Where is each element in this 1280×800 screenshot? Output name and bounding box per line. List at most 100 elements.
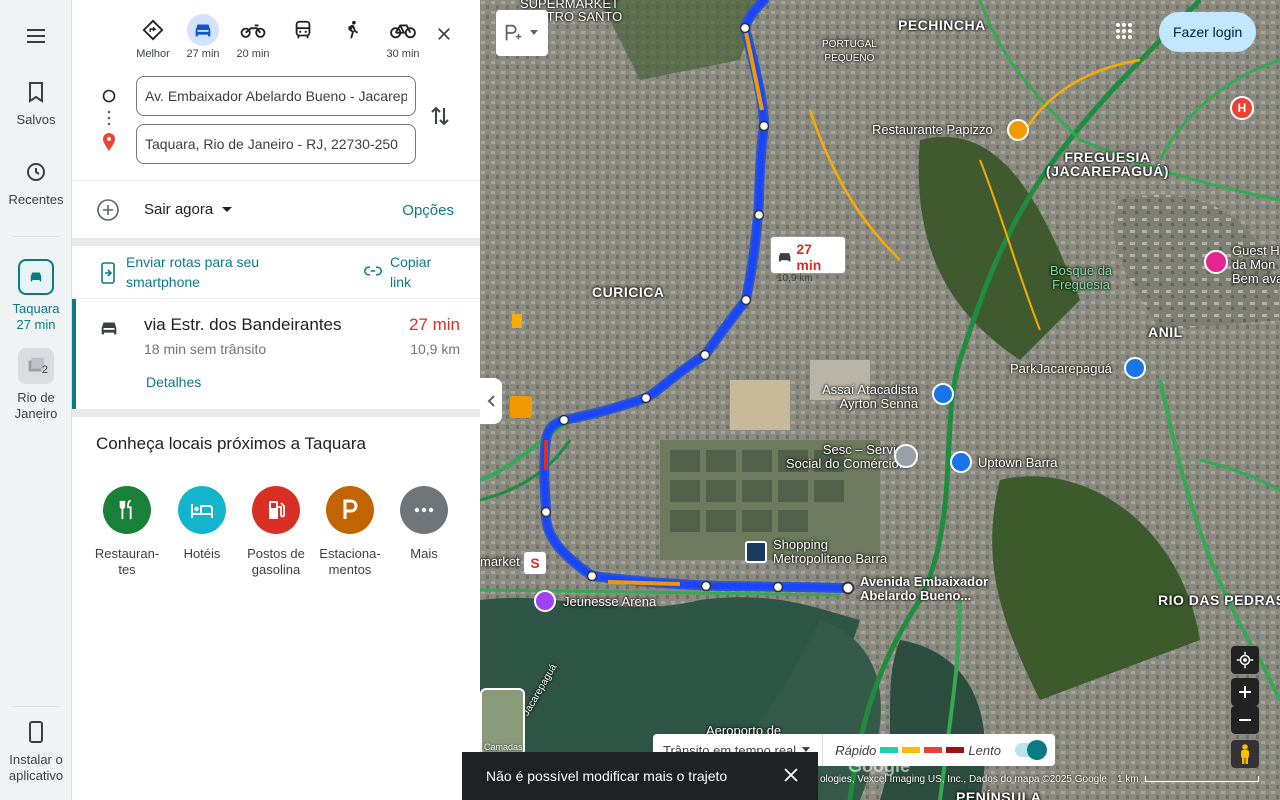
supermarket-logo-icon[interactable]: S xyxy=(524,552,546,574)
origin-input[interactable] xyxy=(136,76,416,116)
shopping-pin-icon[interactable] xyxy=(1124,357,1146,379)
map-label-shopping-2: Metropolitano Barra xyxy=(773,551,888,566)
share-row: Enviar rotas para seu smartphone Copiar … xyxy=(72,248,480,298)
nearby-parking[interactable]: Estaciona-mentos xyxy=(313,486,387,578)
nearby-label: Hotéis xyxy=(183,546,221,561)
google-apps-button[interactable] xyxy=(1115,22,1133,45)
apps-grid-icon xyxy=(1116,23,1132,39)
collapse-panel-button[interactable] xyxy=(480,378,502,424)
mode-best[interactable]: Melhor xyxy=(128,14,178,62)
shopping-cart-pin-icon[interactable] xyxy=(932,383,954,405)
hotel-pin-icon[interactable] xyxy=(1204,250,1228,274)
menu-button[interactable] xyxy=(0,24,72,56)
restaurant-pin-icon[interactable] xyxy=(1007,119,1029,141)
layers-button[interactable]: Camadas xyxy=(480,688,525,756)
send-to-phone-link[interactable]: Enviar rotas para seu smartphone xyxy=(126,252,259,292)
map-label-peninsula: PENÍNSULA xyxy=(956,789,1042,800)
login-button[interactable]: Fazer login xyxy=(1159,12,1257,52)
map-attribution[interactable]: ologies, Vexcel Imaging US, Inc., Dados … xyxy=(820,774,1107,785)
street-view-button[interactable] xyxy=(1231,740,1259,768)
history-icon xyxy=(27,163,45,181)
saved-button[interactable]: Salvos xyxy=(0,80,72,128)
chevron-down-icon xyxy=(222,206,233,212)
map-canvas[interactable]: PECHINCHA PORTUGAL PEQUENO SUPERMARKET ET… xyxy=(480,0,1280,800)
mall-pin-icon[interactable] xyxy=(745,541,767,563)
leave-time-row: Sair agora Opções xyxy=(72,184,480,236)
shopping-pin-icon[interactable] xyxy=(950,451,972,473)
directions-panel: Melhor 27 min 20 min 30 min Av. Embaixad… xyxy=(72,0,480,800)
route-details-link[interactable]: Detalhes xyxy=(146,374,201,390)
mode-walk[interactable] xyxy=(328,14,378,62)
nearby-label: tes xyxy=(118,562,136,577)
chevron-left-icon xyxy=(487,395,495,407)
nearby-hotels[interactable]: Hotéis xyxy=(165,486,239,562)
add-destination-button[interactable] xyxy=(96,198,120,227)
map-label-assai-2: Ayrton Senna xyxy=(839,396,919,411)
scale-bar xyxy=(1145,776,1260,783)
mode-car[interactable]: 27 min xyxy=(178,14,228,62)
options-button[interactable]: Opções xyxy=(402,202,454,219)
snackbar: Não é possível modificar mais o trajeto xyxy=(462,752,818,800)
route-time-bubble[interactable]: 27 min 10,9 km xyxy=(770,236,846,284)
copy-link-button[interactable]: Copiar link xyxy=(390,252,431,292)
map-type-toggle[interactable] xyxy=(496,10,548,56)
nearby-label: Mais xyxy=(410,546,438,561)
leave-now-dropdown[interactable]: Sair agora xyxy=(144,201,233,218)
map-label-shopping[interactable]: Shopping Metropolitano Barra xyxy=(773,538,887,566)
route-title: via Estr. dos Bandeirantes xyxy=(144,315,342,334)
map-label-guest-1: Guest H xyxy=(1232,243,1280,258)
map-label-papizzo[interactable]: Restaurante Papizzo xyxy=(872,123,993,137)
swap-waypoints-button[interactable] xyxy=(430,104,450,133)
mode-walk-label xyxy=(328,48,378,62)
map-label-assai[interactable]: Assaí Atacadista Ayrton Senna xyxy=(822,383,918,411)
nearby-restaurants[interactable]: Restauran-tes xyxy=(90,486,164,578)
bookmark-icon xyxy=(29,82,43,103)
snackbar-close-button[interactable] xyxy=(782,766,800,787)
place-pin-icon[interactable] xyxy=(894,444,918,468)
venue-pin-icon[interactable] xyxy=(534,590,556,612)
route-option[interactable]: via Estr. dos Bandeirantes 27 min 18 min… xyxy=(72,299,480,409)
mode-bike[interactable]: 30 min xyxy=(378,14,428,62)
recent-button[interactable]: Recentes xyxy=(0,160,72,208)
zoom-out-button[interactable] xyxy=(1231,706,1259,734)
nearby-label: gasolina xyxy=(251,562,301,577)
car-icon xyxy=(98,317,120,344)
traffic-toggle[interactable] xyxy=(1015,740,1047,760)
recent-label: Recentes xyxy=(8,192,64,207)
destination-input[interactable] xyxy=(136,124,416,164)
nearby-more[interactable]: Mais xyxy=(387,486,461,562)
hospital-pin-icon[interactable]: H xyxy=(1230,96,1254,120)
crosshair-icon xyxy=(1236,651,1254,669)
road-marker-icon xyxy=(512,314,522,328)
nearby-gas[interactable]: Postos de gasolina xyxy=(239,486,313,578)
map-label-curicica: CURICICA xyxy=(592,284,665,300)
map-label-freguesia-2: (JACAREPAGUÁ) xyxy=(1046,163,1169,179)
map-label-sesc[interactable]: Sesc – Serviço Social do Comércio... xyxy=(786,443,910,471)
route-distance: 10,9 km xyxy=(410,341,460,357)
zoom-in-button[interactable] xyxy=(1231,678,1259,706)
install-app-button[interactable]: Instalar o aplicativo xyxy=(0,720,72,784)
map-label-uptown[interactable]: Uptown Barra xyxy=(978,456,1057,470)
swap-vertical-icon xyxy=(431,106,449,126)
minus-icon xyxy=(1239,719,1251,721)
hamburger-menu-icon xyxy=(27,29,45,43)
map-label-avenida[interactable]: Avenida Embaixador Abelardo Bueno... xyxy=(860,575,988,603)
close-directions-button[interactable] xyxy=(430,20,458,48)
recent-dest-rio[interactable]: 2 Rio de Janeiro xyxy=(0,348,72,422)
my-location-button[interactable] xyxy=(1231,646,1259,674)
phone-icon xyxy=(29,721,43,743)
store-pin-icon[interactable] xyxy=(510,396,532,418)
mode-best-label: Melhor xyxy=(136,48,170,60)
copy-line2: link xyxy=(390,274,412,290)
map-label-jeunesse[interactable]: Jeunesse Arena xyxy=(563,595,656,609)
mode-motorcycle[interactable]: 20 min xyxy=(228,14,278,62)
more-icon xyxy=(400,486,448,534)
map-label-guest-3: Bem avali xyxy=(1232,271,1280,286)
send-to-phone-icon xyxy=(100,262,116,289)
map-scale[interactable]: 1 km xyxy=(1117,774,1260,785)
mode-transit[interactable] xyxy=(278,14,328,62)
install-line1: Instalar o xyxy=(9,752,63,767)
nearby-label: Estaciona- xyxy=(319,546,381,561)
map-label-parkjac[interactable]: ParkJacarepaguá xyxy=(1010,362,1112,376)
recent-dest-taquara[interactable]: Taquara 27 min xyxy=(0,259,72,333)
